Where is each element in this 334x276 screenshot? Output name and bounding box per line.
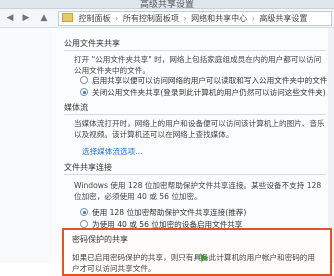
media-options-link[interactable]: 选择媒体流选项... (82, 146, 142, 157)
divider (64, 174, 326, 175)
breadcrumb-item[interactable]: 控制面板 (79, 14, 111, 23)
chevron-right-icon: › (115, 14, 119, 23)
radio-button[interactable] (80, 76, 88, 84)
chevron-right-icon: › (251, 14, 255, 23)
breadcrumb-item[interactable]: 网络和共享中心 (191, 14, 247, 23)
arrow-left-icon[interactable]: ◀ (4, 12, 16, 24)
radio-button[interactable] (80, 208, 88, 216)
password-sharing-highlight: 密码保护的共享 如果已启用密码保护的共享，则只有具备此计算机的用户帐户和密码的用… (62, 228, 332, 276)
section-title-media: 媒体流 (64, 103, 88, 112)
address-bar: ◀ ▶ ▲ 控制面板 › 所有控制面板项 › 网络和共享中心 › 高级共享设置 (0, 9, 334, 28)
radio-label: 启用共享以便可以访问网络的用户可以读取和写入公用文件夹中的文件 (92, 76, 328, 85)
file-sharing-desc: Windows 使用 128 位加密帮助保护文件共享连接。某些设备不支持 128… (74, 181, 322, 201)
left-pane (0, 28, 52, 263)
arrow-right-icon[interactable]: ▶ (20, 12, 32, 24)
section-title-public-folder: 公用文件夹共享 (64, 39, 120, 48)
media-desc: 当媒体流打开时，网络上的用户和设备便可以访问该计算机上的图片、音乐以及视频。该计… (74, 119, 325, 139)
section-title-password: 密码保护的共享 (72, 235, 128, 244)
title-bar: 高级共享设置 (0, 0, 334, 10)
radio-label: 关闭公用文件夹共享(登录到此计算机的用户仍然可以访问这些文件夹) (92, 88, 326, 97)
divider (64, 114, 326, 115)
breadcrumb-item[interactable]: 高级共享设置 (259, 14, 307, 23)
radio-label: 使用 128 位加密帮助保护文件共享连接(推荐) (92, 208, 247, 217)
arrow-up-icon[interactable]: ▲ (38, 12, 50, 24)
breadcrumb[interactable]: 控制面板 › 所有控制面板项 › 网络和共享中心 › 高级共享设置 (58, 11, 332, 26)
radio-public-on[interactable]: 启用共享以便可以访问网络的用户可以读取和写入公用文件夹中的文件 (80, 76, 330, 86)
radio-button[interactable] (80, 88, 88, 96)
public-folder-desc: 打开 "公用文件夹共享" 时，网络上包括家庭组成员在内的用户都可以访问公用文件夹… (74, 55, 322, 75)
password-desc: 如果已启用密码保护的共享，则只有具备此计算机的用户帐户和密码的用户才可以访问共享… (72, 253, 315, 273)
folder-icon (62, 13, 73, 22)
radio-public-off[interactable]: 关闭公用文件夹共享(登录到此计算机的用户仍然可以访问这些文件夹) (80, 88, 330, 98)
chevron-right-icon: › (183, 14, 187, 23)
radio-128bit[interactable]: 使用 128 位加密帮助保护文件共享连接(推荐) (80, 208, 330, 218)
radio-button[interactable] (80, 220, 88, 228)
divider (64, 50, 326, 51)
section-title-file-sharing: 文件共享连接 (64, 163, 112, 172)
breadcrumb-item[interactable]: 所有控制面板项 (123, 14, 179, 23)
